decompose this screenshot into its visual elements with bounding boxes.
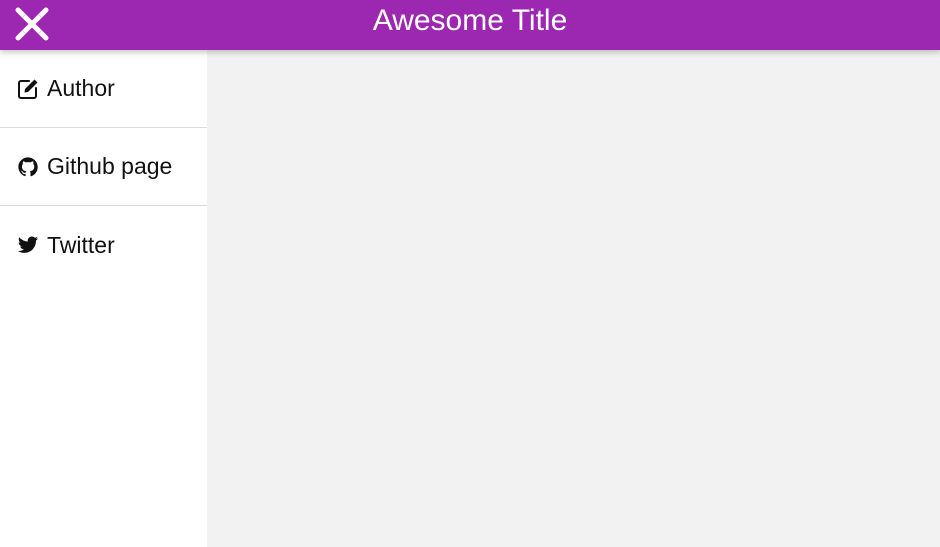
github-icon bbox=[16, 155, 40, 179]
main-content bbox=[207, 50, 940, 547]
sidebar-item-label: Author bbox=[47, 75, 115, 101]
sidebar-item-twitter[interactable]: Twitter bbox=[0, 206, 207, 284]
sidebar: Author Github page Twitter bbox=[0, 50, 207, 547]
page-title: Awesome Title bbox=[372, 4, 568, 37]
twitter-icon bbox=[16, 233, 40, 257]
sidebar-item-label: Github page bbox=[47, 153, 173, 179]
sidebar-item-author[interactable]: Author bbox=[0, 50, 207, 128]
sidebar-item-label: Twitter bbox=[47, 231, 115, 258]
sidebar-item-github[interactable]: Github page bbox=[0, 128, 207, 206]
edit-icon bbox=[16, 77, 40, 101]
app-header: Awesome Title bbox=[0, 0, 940, 50]
